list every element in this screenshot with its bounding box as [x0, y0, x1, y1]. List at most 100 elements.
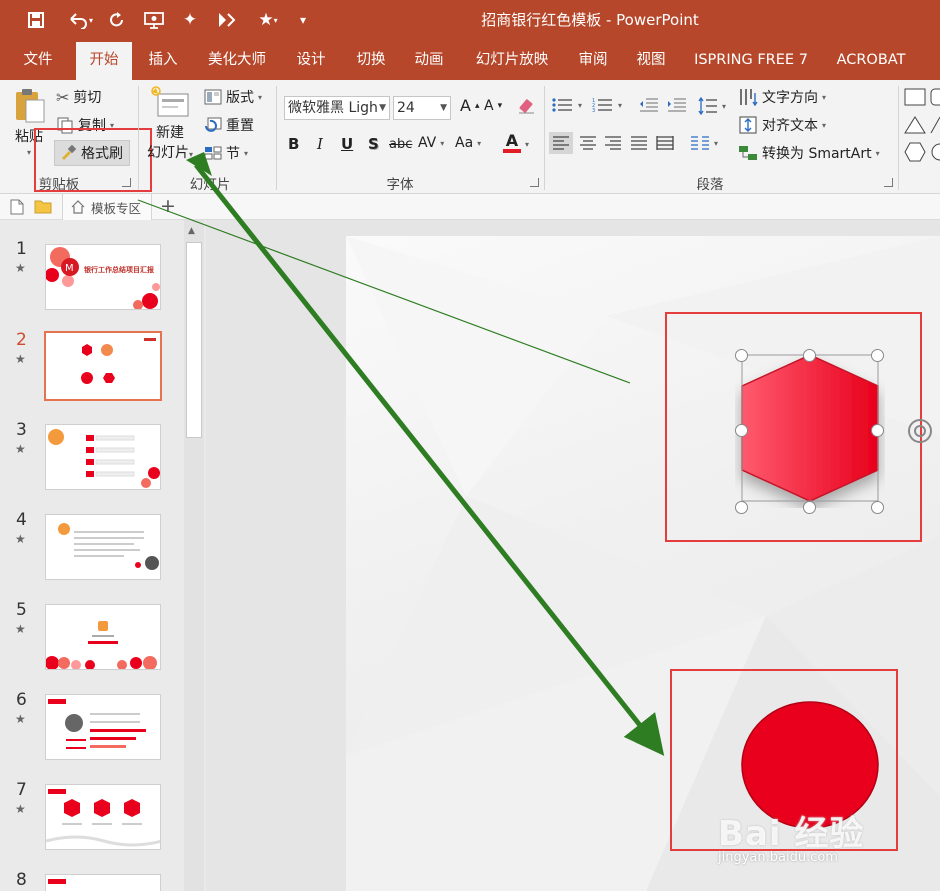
decrease-indent-button[interactable] — [638, 97, 660, 113]
justify-button[interactable] — [630, 135, 648, 151]
slide-thumbnail-3[interactable] — [45, 424, 161, 490]
scrollbar-thumb[interactable] — [186, 242, 202, 438]
tab-acrobat[interactable]: ACROBAT — [826, 40, 916, 80]
spacing-label: AV — [418, 135, 437, 151]
tab-animations[interactable]: 动画 — [404, 40, 454, 80]
tab-design[interactable]: 设计 — [286, 40, 336, 80]
section-button[interactable]: 节 ▾ — [204, 143, 248, 163]
bold-button[interactable]: B — [288, 135, 299, 153]
font-color-dropdown[interactable]: ▾ — [525, 140, 529, 149]
bullets-button[interactable]: ▾ — [552, 97, 582, 113]
shape-circle-icon[interactable] — [930, 142, 940, 162]
align-left-icon — [553, 136, 569, 150]
font-name-combo[interactable]: 微软雅黑 Ligh ▼ — [284, 96, 390, 120]
rotate-handle-icon[interactable] — [906, 417, 934, 445]
red-hexagon-shape[interactable] — [735, 348, 885, 508]
reset-button[interactable]: 重置 — [204, 115, 254, 135]
template-zone-tab[interactable]: 模板专区 — [62, 194, 152, 220]
align-right-button[interactable] — [604, 135, 622, 151]
slide-number: 7 — [16, 780, 27, 800]
slide-number: 8 — [16, 870, 27, 890]
align-text-button[interactable]: 对齐文本 ▾ — [738, 115, 826, 135]
clear-formatting-button[interactable] — [517, 97, 537, 115]
slide-thumbnail-2[interactable] — [44, 331, 162, 401]
slide-thumbnail-8[interactable] — [45, 874, 161, 891]
resize-handle[interactable] — [735, 424, 748, 437]
numbering-button[interactable]: 1 2 3 ▾ — [592, 97, 622, 113]
grow-font-button[interactable]: A ▴ — [460, 96, 479, 115]
resize-handle[interactable] — [803, 349, 816, 362]
shape-hexagon-icon[interactable] — [904, 142, 926, 162]
case-label: Aa — [455, 135, 474, 151]
add-tab-button[interactable]: + — [160, 195, 176, 217]
font-launcher[interactable] — [530, 178, 539, 187]
tab-slideshow[interactable]: 幻灯片放映 — [464, 40, 560, 80]
tab-beautify[interactable]: 美化大师 — [198, 40, 276, 80]
tab-view[interactable]: 视图 — [626, 40, 676, 80]
distributed-icon — [656, 136, 674, 150]
new-slide-button[interactable]: 新建 幻灯片▾ — [144, 86, 196, 162]
layout-icon — [204, 89, 222, 105]
decrease-indent-icon — [640, 98, 658, 112]
shape-triangle-icon[interactable] — [904, 116, 926, 134]
resize-handle[interactable] — [871, 501, 884, 514]
convert-smartart-button[interactable]: 转换为 SmartArt ▾ — [738, 143, 880, 163]
shape-line-icon[interactable] — [930, 116, 940, 134]
resize-handle[interactable] — [735, 349, 748, 362]
scroll-up-icon[interactable]: ▲ — [188, 226, 195, 236]
text-direction-button[interactable]: 文字方向 ▾ — [738, 87, 826, 107]
shape-rectangle-icon[interactable] — [904, 88, 926, 106]
align-left-button[interactable] — [549, 132, 573, 154]
tab-file[interactable]: 文件 — [10, 40, 66, 80]
align-center-button[interactable] — [579, 135, 597, 151]
resize-handle[interactable] — [735, 501, 748, 514]
tab-insert[interactable]: 插入 — [138, 40, 188, 80]
paragraph-launcher[interactable] — [884, 178, 893, 187]
ribbon: 粘贴 ▾ ✂ 剪切 复制 ▾ 格式刷 剪贴板 新建 幻灯片▾ 版式 ▾ 重置 节 ▾… — [0, 80, 940, 194]
shrink-font-button[interactable]: A ▾ — [484, 98, 502, 114]
tab-home[interactable]: 开始 — [76, 42, 132, 80]
section-label: 节 — [226, 146, 240, 162]
increase-indent-button[interactable] — [666, 97, 688, 113]
columns-icon — [691, 136, 709, 150]
layout-button[interactable]: 版式 ▾ — [204, 87, 262, 107]
strikethrough-button[interactable]: abc — [389, 137, 412, 152]
italic-button[interactable]: I — [317, 135, 323, 153]
folder-icon[interactable] — [34, 199, 52, 218]
columns-button[interactable]: ▾ — [690, 135, 718, 151]
resize-handle[interactable] — [803, 501, 816, 514]
thumbnail-scrollbar[interactable]: ▲ — [184, 220, 204, 891]
tab-transitions[interactable]: 切换 — [346, 40, 396, 80]
resize-handle[interactable] — [871, 349, 884, 362]
tab-review[interactable]: 审阅 — [568, 40, 618, 80]
slide-number: 1 — [16, 239, 27, 259]
slide-thumbnail-7[interactable] — [45, 784, 161, 850]
paste-icon — [16, 89, 45, 123]
slide-thumbnail-6[interactable] — [45, 694, 161, 760]
ribbon-tabs: 文件 开始 插入 美化大师 设计 切换 动画 幻灯片放映 审阅 视图 ISPRI… — [0, 40, 940, 80]
shape-rounded-icon[interactable] — [930, 88, 940, 106]
slide-thumbnail-4[interactable] — [45, 514, 161, 580]
font-color-button[interactable]: A — [503, 133, 521, 153]
font-color-swatch — [503, 149, 521, 153]
character-spacing-button[interactable]: AV ▾ — [418, 135, 444, 151]
resize-handle[interactable] — [871, 424, 884, 437]
svg-text:M: M — [65, 263, 74, 274]
font-size-combo[interactable]: 24 ▼ — [393, 96, 451, 120]
font-size-value: 24 — [397, 100, 415, 116]
slide-thumbnail-5[interactable] — [45, 604, 161, 670]
slide-canvas[interactable]: Bai 经验 jingyan.baidu.com — [346, 236, 940, 891]
underline-button[interactable]: U — [341, 135, 353, 153]
change-case-button[interactable]: Aa ▾ — [455, 135, 481, 151]
group-divider — [138, 86, 139, 190]
cut-button[interactable]: ✂ 剪切 — [56, 87, 101, 107]
new-document-icon[interactable] — [10, 199, 24, 219]
align-right-icon — [605, 136, 621, 150]
tab-ispring[interactable]: ISPRING FREE 7 — [686, 40, 816, 80]
text-shadow-button[interactable]: S — [368, 135, 379, 153]
line-spacing-button[interactable]: ▾ — [698, 97, 726, 115]
title-bar: ▾ ✦ ★ ▾ ▾ 招商银行红色模板 - PowerPoint — [0, 0, 940, 40]
distributed-button[interactable] — [656, 135, 674, 151]
increase-indent-icon — [668, 98, 686, 112]
slide-thumbnail-1[interactable]: M 银行工作总结项目汇报 — [45, 244, 161, 310]
